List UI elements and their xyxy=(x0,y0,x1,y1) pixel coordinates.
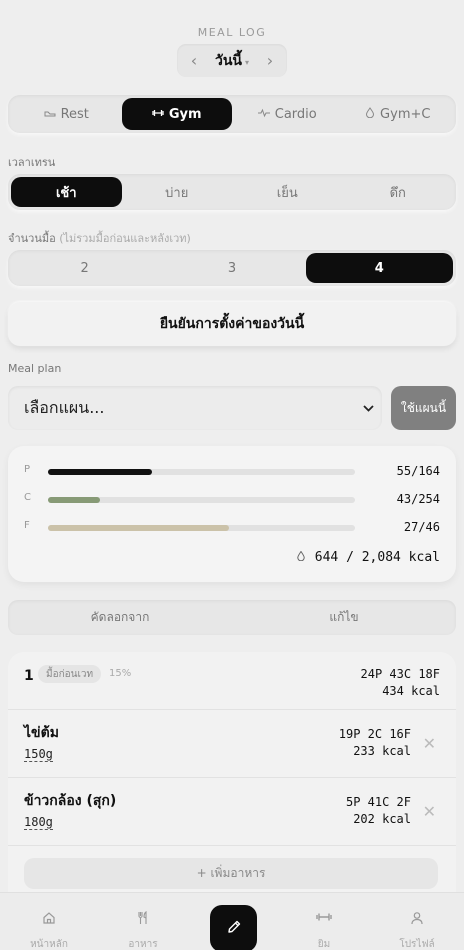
edit-button[interactable]: แก้ไข xyxy=(232,608,456,627)
bottom-nav: หน้าหลัก อาหาร ยิม โปรไฟล์ xyxy=(0,892,464,950)
workout-type-label: Gym xyxy=(168,106,202,122)
nav-gym[interactable]: ยิม xyxy=(278,893,370,950)
progress-track xyxy=(48,469,355,475)
meal-macro-text: 24P 43C 18F xyxy=(360,667,440,681)
meal-count-sublabel: (ไม่รวมมื้อก่อนและหลังเวท) xyxy=(59,232,191,245)
food-row: ข้าวกล้อง (สุก) 180g 5P 41C 2F 202 kcal … xyxy=(8,778,456,846)
food-grams[interactable]: 180g xyxy=(24,815,53,830)
macro-letter: C xyxy=(24,492,31,503)
progress-fill xyxy=(48,525,230,531)
flame-icon xyxy=(297,550,311,564)
workout-type-selector: Rest Gym Cardio Gym+C xyxy=(8,95,456,133)
meal-count-4[interactable]: 4 xyxy=(305,253,453,283)
training-time-night[interactable]: ดึก xyxy=(343,177,454,207)
macro-letter: F xyxy=(24,520,30,531)
food-macros: 19P 2C 16F 233 kcal xyxy=(339,726,411,760)
food-macros: 5P 41C 2F 202 kcal xyxy=(346,794,411,828)
training-time-afternoon[interactable]: บ่าย xyxy=(122,177,233,207)
workout-type-label: Rest xyxy=(60,106,89,122)
add-food-button[interactable]: + เพิ่มอาหาร xyxy=(24,858,438,889)
workout-type-label: Gym+C xyxy=(380,106,431,122)
dumbbell-icon xyxy=(278,911,370,927)
food-macro-text: 5P 41C 2F xyxy=(345,795,411,809)
progress-fill xyxy=(48,469,153,475)
caret-down-icon: ▾ xyxy=(245,57,250,67)
date-dropdown[interactable]: วันนี้ ▾ xyxy=(215,50,249,72)
kcal-total-value: 644 / 2,084 kcal xyxy=(314,550,440,565)
macro-row-carbs: C 43/254 xyxy=(8,492,456,508)
shoe-icon xyxy=(44,108,56,121)
utensils-icon xyxy=(97,910,189,927)
close-icon[interactable]: ✕ xyxy=(423,802,436,821)
food-kcal: 233 kcal xyxy=(353,744,411,758)
food-grams[interactable]: 150g xyxy=(24,747,53,762)
nav-label: หน้าหลัก xyxy=(30,939,68,950)
food-name: ไข่ต้ม xyxy=(24,725,59,741)
macro-summary-card: P 55/164 C 43/254 F 27/46 644 / 2,084 kc… xyxy=(8,446,456,582)
nav-label: อาหาร xyxy=(128,939,158,950)
macro-value: 43/254 xyxy=(396,492,440,506)
food-kcal: 202 kcal xyxy=(353,812,411,826)
meal-actions: คัดลอกจาก แก้ไข xyxy=(8,600,456,635)
meal-header: 1 มื้อก่อนเวท 15% 24P 43C 18F 434 kcal xyxy=(8,652,456,710)
page-title: MEAL LOG xyxy=(197,26,267,39)
workout-type-rest[interactable]: Rest xyxy=(11,98,122,130)
food-name: ข้าวกล้อง (สุก) xyxy=(24,793,117,809)
training-time-morning[interactable]: เช้า xyxy=(11,177,122,207)
macro-value: 55/164 xyxy=(396,464,440,478)
meal-count-3[interactable]: 3 xyxy=(158,253,305,283)
close-icon[interactable]: ✕ xyxy=(423,734,436,753)
workout-type-gym[interactable]: Gym xyxy=(121,98,232,130)
pulse-icon xyxy=(257,108,270,121)
macro-value: 27/46 xyxy=(403,520,440,534)
nav-label: โปรไฟล์ xyxy=(399,939,435,950)
workout-type-gym-cardio[interactable]: Gym+C xyxy=(343,98,454,130)
meal-macros: 24P 43C 18F 434 kcal xyxy=(361,666,440,700)
home-icon xyxy=(3,911,95,927)
user-icon xyxy=(371,911,463,927)
copy-from-button[interactable]: คัดลอกจาก xyxy=(8,608,232,627)
training-time-selector: เช้า บ่าย เย็น ดึก xyxy=(8,174,456,210)
use-plan-button[interactable]: ใช้แผนนี้ xyxy=(391,386,456,430)
macro-row-fat: F 27/46 xyxy=(8,520,456,536)
workout-type-label: Cardio xyxy=(274,106,317,122)
nav-label: ยิม xyxy=(317,939,331,950)
workout-type-cardio[interactable]: Cardio xyxy=(232,98,343,130)
meal-count-label: จำนวนมื้อ (ไม่รวมมื้อก่อนและหลังเวท) xyxy=(8,229,191,247)
training-time-label: เวลาเทรน xyxy=(8,156,56,169)
confirm-settings-button[interactable]: ยืนยันการตั้งค่าของวันนี้ xyxy=(8,302,456,346)
macro-row-protein: P 55/164 xyxy=(8,464,456,480)
chevron-right-icon[interactable]: › xyxy=(263,51,277,70)
food-macro-text: 19P 2C 16F xyxy=(338,727,411,741)
meal-card: 1 มื้อก่อนเวท 15% 24P 43C 18F 434 kcal ไ… xyxy=(8,652,456,912)
progress-track xyxy=(48,525,355,531)
nav-profile[interactable]: โปรไฟล์ xyxy=(371,893,463,950)
meal-count-2[interactable]: 2 xyxy=(11,253,158,283)
meal-tag: มื้อก่อนเวท xyxy=(38,665,102,683)
meal-kcal: 434 kcal xyxy=(382,684,440,698)
flame-icon xyxy=(365,107,375,121)
date-selector: ‹ วันนี้ ▾ › xyxy=(177,44,287,77)
date-label: วันนี้ xyxy=(214,52,242,69)
chevron-left-icon[interactable]: ‹ xyxy=(187,51,201,70)
pencil-icon xyxy=(226,919,242,939)
meal-plan-placeholder: เลือกแผน... xyxy=(24,397,105,417)
meal-percent: 15% xyxy=(109,668,132,679)
chevron-down-icon xyxy=(363,401,374,415)
meal-count-selector: 2 3 4 xyxy=(8,250,456,286)
meal-number: 1 xyxy=(24,668,34,684)
nav-food[interactable]: อาหาร xyxy=(97,893,189,950)
food-row: ไข่ต้ม 150g 19P 2C 16F 233 kcal ✕ xyxy=(8,710,456,778)
progress-track xyxy=(48,497,355,503)
meal-count-title: จำนวนมื้อ xyxy=(8,232,56,245)
meal-plan-label: Meal plan xyxy=(8,362,62,375)
meal-plan-select[interactable]: เลือกแผน... xyxy=(8,386,382,430)
edit-fab-button[interactable] xyxy=(210,905,257,950)
macro-letter: P xyxy=(24,464,31,475)
nav-home[interactable]: หน้าหลัก xyxy=(3,893,95,950)
dumbbell-icon xyxy=(152,108,164,121)
kcal-total: 644 / 2,084 kcal xyxy=(297,550,440,565)
progress-fill xyxy=(48,497,101,503)
training-time-evening[interactable]: เย็น xyxy=(232,177,343,207)
